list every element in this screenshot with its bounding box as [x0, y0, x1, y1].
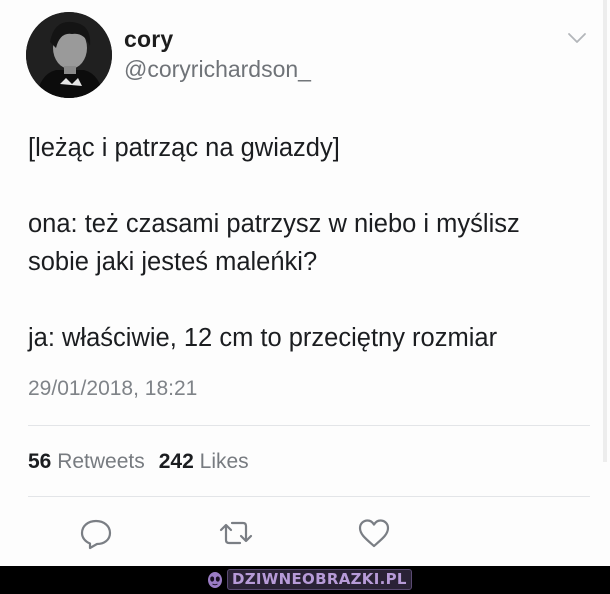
tweet-actions [0, 515, 610, 555]
reply-icon[interactable] [78, 515, 114, 551]
avatar[interactable] [26, 12, 112, 98]
author-handle[interactable]: @coryrichardson_ [124, 56, 311, 83]
scrollbar[interactable] [603, 0, 607, 462]
tweet-text-line: ona: też czasami patrzysz w niebo i myśl… [28, 210, 520, 238]
watermark-bar: DZIWNEOBRAZKI.PL [0, 566, 610, 594]
avatar-photo [26, 12, 112, 98]
likes-stat[interactable]: 242 Likes [159, 450, 249, 473]
chevron-down-icon[interactable] [566, 30, 588, 46]
tweet-text-line: [leżąc i patrząc na gwiazdy] [28, 134, 340, 162]
tweet-text: [leżąc i patrząc na gwiazdy] ona: też cz… [28, 129, 600, 357]
watermark: DZIWNEOBRAZKI.PL [206, 569, 412, 590]
alien-logo-icon [208, 571, 222, 588]
like-icon[interactable] [356, 515, 392, 551]
divider [28, 425, 590, 426]
retweets-label: Retweets [57, 450, 145, 473]
tweet-timestamp[interactable]: 29/01/2018, 18:21 [28, 377, 197, 401]
retweets-count: 56 [28, 450, 52, 473]
divider [28, 496, 590, 497]
likes-label: Likes [199, 450, 249, 473]
tweet-card: cory @coryrichardson_ [leżąc i patrząc n… [0, 0, 610, 566]
tweet-text-line: sobie jaki jesteś maleńki? [28, 248, 318, 276]
tweet-stats: 56 Retweets 242 Likes [28, 450, 249, 474]
tweet-text-line: ja: właściwie, 12 cm to przeciętny rozmi… [28, 324, 498, 352]
watermark-text: DZIWNEOBRAZKI.PL [227, 569, 412, 590]
retweets-stat[interactable]: 56 Retweets [28, 450, 145, 473]
author-display-name[interactable]: cory [124, 26, 173, 53]
retweet-icon[interactable] [218, 515, 254, 551]
likes-count: 242 [158, 450, 194, 473]
